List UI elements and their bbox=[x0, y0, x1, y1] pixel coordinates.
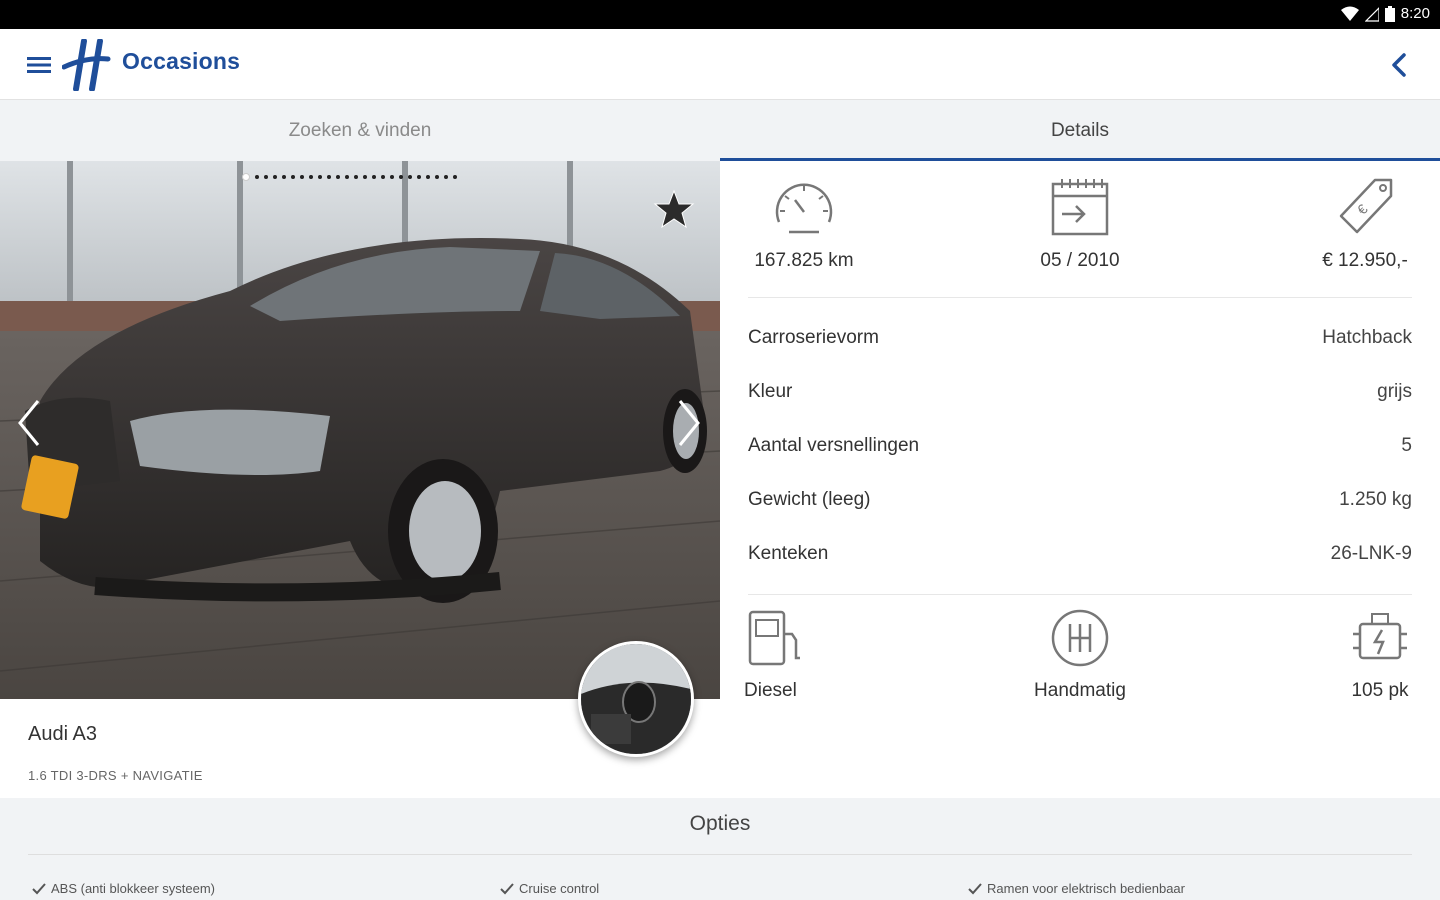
spec-label: Kleur bbox=[748, 381, 793, 402]
status-bar: 8:20 bbox=[0, 0, 1440, 29]
car-photo[interactable] bbox=[0, 161, 720, 699]
spec-label: Carroserievorm bbox=[748, 327, 879, 348]
app-bar: Occasions bbox=[0, 29, 1440, 100]
tab-details[interactable]: Details bbox=[720, 100, 1440, 161]
next-photo-icon[interactable] bbox=[668, 391, 708, 455]
fuel-pump-icon bbox=[748, 610, 800, 666]
pagination-dot bbox=[399, 175, 403, 179]
divider bbox=[28, 854, 1412, 855]
price-value: € 12.950,- bbox=[1322, 250, 1408, 271]
speedometer-icon bbox=[775, 183, 833, 234]
spec-row: Aantal versnellingen 5 bbox=[748, 431, 1412, 461]
stat-price: € € 12.950,- bbox=[1300, 176, 1430, 272]
power-value: 105 pk bbox=[1351, 680, 1409, 701]
spec-value: Hatchback bbox=[1322, 327, 1412, 348]
spec-row: Carroserievorm Hatchback bbox=[748, 323, 1412, 353]
chevron-left-icon[interactable] bbox=[1386, 51, 1414, 79]
checkmark-icon bbox=[500, 882, 514, 894]
stat-fuel: Diesel bbox=[744, 608, 810, 702]
stat-transmission: Handmatig bbox=[1010, 608, 1150, 702]
pagination-dot bbox=[327, 175, 331, 179]
calendar-icon bbox=[1051, 179, 1109, 236]
pagination-dot bbox=[242, 173, 250, 181]
option-label: Cruise control bbox=[519, 881, 600, 896]
spec-value: 5 bbox=[1401, 435, 1412, 456]
interior-thumbnail[interactable] bbox=[578, 641, 694, 757]
wifi-icon bbox=[1340, 6, 1359, 21]
pagination-dot bbox=[345, 175, 349, 179]
star-icon[interactable] bbox=[650, 185, 698, 233]
hamburger-menu-icon[interactable] bbox=[24, 51, 56, 79]
pagination-dot bbox=[381, 175, 385, 179]
spec-label: Kenteken bbox=[748, 543, 829, 564]
car-title: Audi A3 bbox=[28, 723, 97, 745]
pagination-dot bbox=[435, 175, 439, 179]
option-item: Ramen voor elektrisch bedienbaar bbox=[968, 881, 1185, 896]
pagination-dot bbox=[426, 175, 430, 179]
pagination-dot bbox=[264, 175, 268, 179]
spec-row: Kleur grijs bbox=[748, 377, 1412, 407]
transmission-value: Handmatig bbox=[1034, 680, 1126, 701]
pagination-dot bbox=[282, 175, 286, 179]
pagination-dot bbox=[318, 175, 322, 179]
interior-thumbnail-image bbox=[581, 644, 691, 754]
signal-icon bbox=[1364, 6, 1379, 22]
pagination-dot bbox=[309, 175, 313, 179]
divider bbox=[748, 594, 1412, 595]
option-item: ABS (anti blokkeer systeem) bbox=[32, 881, 215, 896]
stat-power: 105 pk bbox=[1340, 608, 1420, 702]
pagination-dot bbox=[453, 175, 457, 179]
registration-date-value: 05 / 2010 bbox=[1040, 250, 1120, 271]
options-section: Opties ABS (anti blokkeer systeem) Cruis… bbox=[0, 798, 1440, 900]
pagination-dot bbox=[291, 175, 295, 179]
app-title: Occasions bbox=[122, 48, 241, 74]
checkmark-icon bbox=[32, 882, 46, 894]
tab-bar: Zoeken & vinden Details bbox=[0, 100, 1440, 161]
tab-zoeken-vinden[interactable]: Zoeken & vinden bbox=[0, 100, 720, 161]
pagination-dot bbox=[417, 175, 421, 179]
pagination-dot bbox=[372, 175, 376, 179]
car-photo-image bbox=[0, 161, 720, 699]
pagination-dot bbox=[390, 175, 394, 179]
battery-icon bbox=[1384, 5, 1395, 22]
option-label: ABS (anti blokkeer systeem) bbox=[51, 881, 216, 896]
pagination-dot bbox=[354, 175, 358, 179]
options-title: Opties bbox=[689, 812, 751, 835]
pagination-dot bbox=[300, 175, 304, 179]
pagination-dot bbox=[336, 175, 340, 179]
photo-pagination bbox=[242, 173, 457, 181]
svg-text:€: € bbox=[1354, 201, 1371, 218]
spec-label: Aantal versnellingen bbox=[748, 435, 920, 456]
price-tag-icon: € bbox=[1339, 178, 1393, 234]
fuel-value: Diesel bbox=[744, 680, 797, 701]
checkmark-icon bbox=[968, 882, 982, 894]
divider bbox=[748, 297, 1412, 298]
stat-registration-date: 05 / 2010 bbox=[1020, 176, 1140, 272]
spec-label: Gewicht (leeg) bbox=[748, 489, 871, 510]
status-time: 8:20 bbox=[1400, 5, 1430, 22]
option-item: Cruise control bbox=[500, 881, 599, 896]
mileage-value: 167.825 km bbox=[754, 250, 854, 271]
pagination-dot bbox=[444, 175, 448, 179]
gearbox-icon bbox=[1051, 609, 1109, 667]
pagination-dot bbox=[273, 175, 277, 179]
pagination-dot bbox=[408, 175, 412, 179]
car-subtitle: 1.6 TDI 3-DRS + NAVIGATIE bbox=[28, 768, 203, 783]
spec-value: 1.250 kg bbox=[1339, 489, 1412, 510]
stat-mileage: 167.825 km bbox=[744, 176, 864, 272]
spec-value: grijs bbox=[1377, 381, 1412, 402]
spec-value: 26-LNK-9 bbox=[1330, 543, 1412, 564]
pagination-dot bbox=[363, 175, 367, 179]
spec-row: Gewicht (leeg) 1.250 kg bbox=[748, 485, 1412, 515]
option-label: Ramen voor elektrisch bedienbaar bbox=[987, 881, 1185, 896]
pagination-dot bbox=[255, 175, 259, 179]
engine-icon bbox=[1353, 613, 1407, 660]
spec-row: Kenteken 26-LNK-9 bbox=[748, 539, 1412, 569]
h-logo bbox=[62, 39, 111, 91]
previous-photo-icon[interactable] bbox=[10, 391, 50, 455]
